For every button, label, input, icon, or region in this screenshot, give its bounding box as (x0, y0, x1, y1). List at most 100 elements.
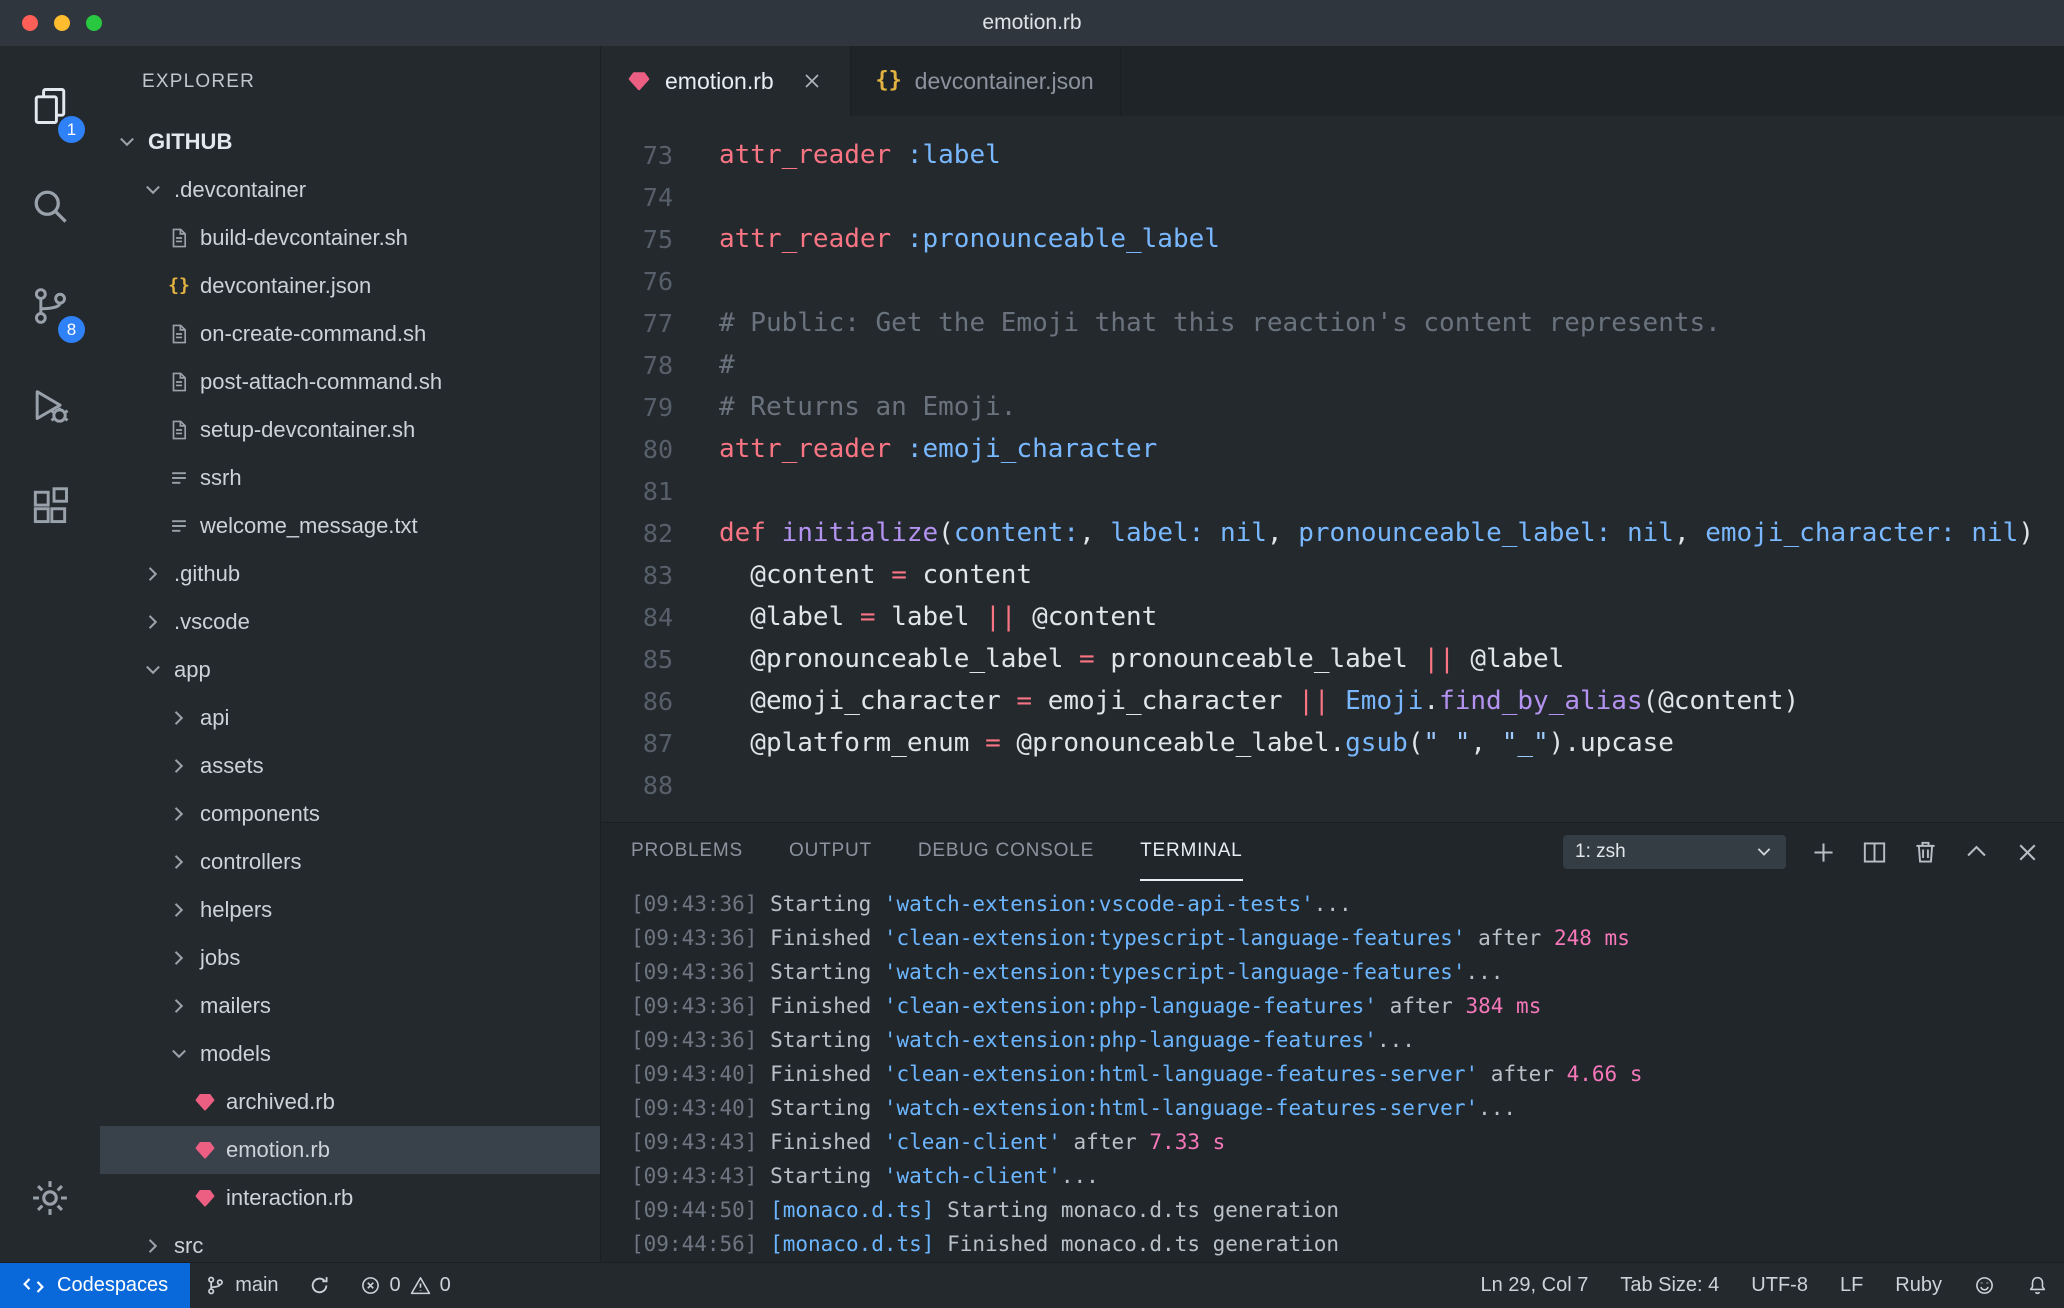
code-token: nil (1626, 518, 1674, 548)
explorer-badge: 1 (58, 116, 85, 143)
code-line[interactable]: 85 @pronounceable_label = pronounceable_… (601, 638, 2064, 680)
code-token: "_" (1501, 728, 1549, 758)
terminal-selector[interactable]: 1: zsh (1562, 834, 1787, 870)
terminal-line: [09:43:36] Starting 'watch-extension:vsc… (631, 887, 2064, 921)
status-item-ln-29-col-7[interactable]: Ln 29, Col 7 (1464, 1263, 1604, 1308)
code-line[interactable]: 80 attr_reader :emoji_character (601, 428, 2064, 470)
panel-tab-terminal[interactable]: TERMINAL (1140, 823, 1243, 881)
tree-item-helpers[interactable]: helpers (100, 886, 600, 934)
tree-item-archived-rb[interactable]: archived.rb (100, 1078, 600, 1126)
tab-label: devcontainer.json (914, 67, 1094, 94)
branch-button[interactable]: main (190, 1263, 293, 1308)
code-line[interactable]: 74 (601, 176, 2064, 218)
status-item-utf-8[interactable]: UTF-8 (1735, 1263, 1824, 1308)
terminal-token: [monaco.d.ts] (770, 1198, 935, 1222)
tree-item-assets[interactable]: assets (100, 742, 600, 790)
code-line[interactable]: 87 @platform_enum = @pronounceable_label… (601, 722, 2064, 764)
tree-item-components[interactable]: components (100, 790, 600, 838)
code-line[interactable]: 73 attr_reader :label (601, 134, 2064, 176)
tree-item-devcontainer-json[interactable]: {} devcontainer.json (100, 262, 600, 310)
problems-button[interactable]: 0 0 (345, 1263, 466, 1308)
code-token: # Public: Get the Emoji that this reacti… (719, 308, 1721, 338)
zoom-window-button[interactable] (86, 15, 102, 31)
status-item-tab-size-4[interactable]: Tab Size: 4 (1604, 1263, 1735, 1308)
split-terminal-button[interactable] (1860, 838, 1889, 867)
code-line[interactable]: 83 @content = content (601, 554, 2064, 596)
debug-icon (28, 384, 72, 428)
tab-emotion-rb[interactable]: emotion.rb (601, 46, 851, 116)
code-token: , (1266, 518, 1299, 548)
code-line[interactable]: 81 (601, 470, 2064, 512)
search-activity-button[interactable] (0, 156, 100, 256)
code-line[interactable]: 82 def initialize(content:, label: nil, p… (601, 512, 2064, 554)
code-editor[interactable]: 73 attr_reader :label 74 75 attr_reader :pro… (601, 116, 2064, 822)
code-line[interactable]: 88 (601, 764, 2064, 806)
tree-item-post-attach-command-sh[interactable]: post-attach-command.sh (100, 358, 600, 406)
tree-item-build-devcontainer-sh[interactable]: build-devcontainer.sh (100, 214, 600, 262)
line-number: 75 (642, 224, 673, 254)
panel-tab-debug-console[interactable]: DEBUG CONSOLE (918, 823, 1094, 881)
extensions-activity-button[interactable] (0, 456, 100, 556)
tree-item-app[interactable]: app (100, 646, 600, 694)
close-window-button[interactable] (22, 15, 38, 31)
terminal-token: [09:43:43] (631, 1130, 758, 1154)
tree-item-models[interactable]: models (100, 1030, 600, 1078)
code-line-text: @platform_enum = @pronounceable_label.gs… (673, 728, 1674, 758)
code-line[interactable]: 76 (601, 260, 2064, 302)
file-icon (168, 419, 190, 441)
file-icon (168, 371, 190, 393)
code-line[interactable]: 79 # Returns an Emoji. (601, 386, 2064, 428)
tree-item-vscode[interactable]: .vscode (100, 598, 600, 646)
terminal-output[interactable]: [09:43:36] Starting 'watch-extension:vsc… (601, 881, 2064, 1261)
tree-item-devcontainer[interactable]: .devcontainer (100, 166, 600, 214)
tree-item-label: mailers (200, 993, 271, 1018)
code-token: || (985, 602, 1017, 632)
tree-item-api[interactable]: api (100, 694, 600, 742)
panel-tab-problems[interactable]: PROBLEMS (631, 823, 743, 881)
code-line[interactable]: 77 # Public: Get the Emoji that this reac… (601, 302, 2064, 344)
status-item-ruby[interactable]: Ruby (1879, 1263, 1958, 1308)
tree-item-src[interactable]: src (100, 1222, 600, 1262)
tree-item-github[interactable]: GITHUB (100, 118, 600, 166)
terminal-token: Finished (757, 1130, 884, 1154)
tab-devcontainer-json[interactable]: {} devcontainer.json (850, 46, 1121, 116)
tree-item-setup-devcontainer-sh[interactable]: setup-devcontainer.sh (100, 406, 600, 454)
feedback-button[interactable] (1958, 1263, 2011, 1308)
status-item-lf[interactable]: LF (1824, 1263, 1879, 1308)
tree-item-mailers[interactable]: mailers (100, 982, 600, 1030)
new-terminal-button[interactable] (1809, 838, 1838, 867)
tree-item-jobs[interactable]: jobs (100, 934, 600, 982)
code-line[interactable]: 75 attr_reader :pronounceable_label (601, 218, 2064, 260)
close-panel-button[interactable] (2013, 838, 2042, 867)
chevron-right-icon (168, 995, 190, 1017)
tree-item-welcome-message-txt[interactable]: welcome_message.txt (100, 502, 600, 550)
tree-item-emotion-rb[interactable]: emotion.rb (100, 1126, 600, 1174)
explorer-activity-button[interactable]: 1 (0, 56, 100, 156)
tree-item-github[interactable]: .github (100, 550, 600, 598)
tree-item-ssrh[interactable]: ssrh (100, 454, 600, 502)
tree-item-on-create-command-sh[interactable]: on-create-command.sh (100, 310, 600, 358)
run-debug-activity-button[interactable] (0, 356, 100, 456)
sync-button[interactable] (294, 1263, 345, 1308)
maximize-panel-button[interactable] (1962, 838, 1991, 867)
codespaces-remote-button[interactable]: Codespaces (0, 1263, 191, 1308)
tree-item-controllers[interactable]: controllers (100, 838, 600, 886)
source-control-activity-button[interactable]: 8 (0, 256, 100, 356)
chevron-right-icon (142, 1235, 164, 1257)
code-line[interactable]: 84 @label = label || @content (601, 596, 2064, 638)
panel-tab-output[interactable]: OUTPUT (789, 823, 872, 881)
close-icon[interactable] (800, 69, 824, 93)
settings-button[interactable] (0, 1148, 100, 1248)
chevron-right-icon (168, 707, 190, 729)
minimize-window-button[interactable] (54, 15, 70, 31)
code-line[interactable]: 78 # (601, 344, 2064, 386)
terminal-token: 'watch-extension:vscode-api-tests' (883, 892, 1314, 916)
kill-terminal-button[interactable] (1911, 838, 1940, 867)
terminal-line: [09:43:36] Finished 'clean-extension:php… (631, 989, 2064, 1023)
notifications-button[interactable] (2011, 1263, 2064, 1308)
code-token: @platform_enum (719, 728, 986, 758)
tree-item-interaction-rb[interactable]: interaction.rb (100, 1174, 600, 1222)
code-line[interactable]: 86 @emoji_character = emoji_character ||… (601, 680, 2064, 722)
error-icon (360, 1275, 381, 1296)
window-title: emotion.rb (982, 11, 1082, 34)
